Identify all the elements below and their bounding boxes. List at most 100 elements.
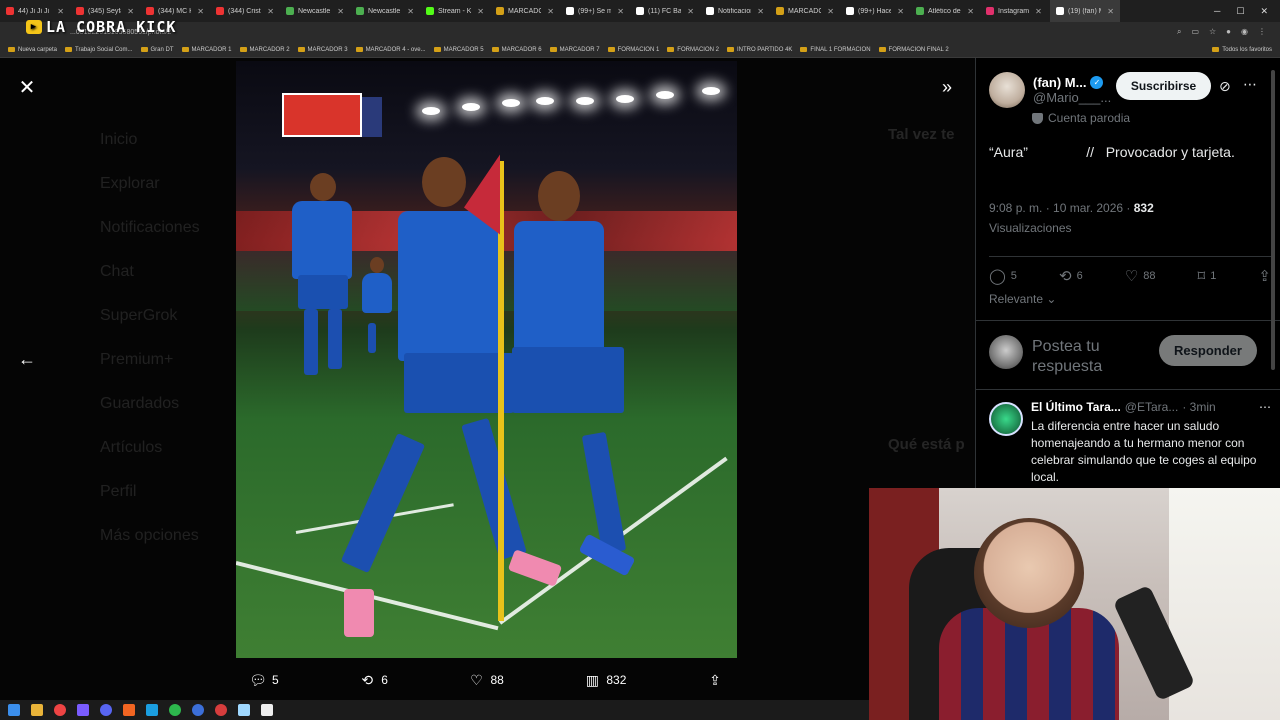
- all-bookmarks-link[interactable]: Todos los favoritos: [1212, 47, 1280, 53]
- bookmark-item[interactable]: FORMACION FINAL 2: [878, 47, 949, 53]
- bookmark-stat[interactable]: ⌑ 1: [1198, 267, 1217, 285]
- reply-button[interactable]: Responder: [1159, 335, 1257, 366]
- zoom-icon[interactable]: ⌕: [1177, 27, 1181, 37]
- expand-panel-button[interactable]: »: [934, 74, 960, 100]
- bookmark-item[interactable]: Trabajo Social Com...: [65, 47, 133, 53]
- steam-icon[interactable]: [146, 704, 158, 716]
- close-tab-icon[interactable]: ✕: [197, 7, 204, 16]
- author-handle[interactable]: @Mario___...: [1033, 90, 1111, 105]
- browser-tab[interactable]: Instagram ✕: [980, 0, 1050, 22]
- profile-icon[interactable]: ◉: [1241, 27, 1248, 37]
- bookmark-item[interactable]: MARCADOR 1: [181, 47, 232, 53]
- author-name[interactable]: (fan) M... ✓: [1033, 75, 1111, 90]
- start-icon[interactable]: [8, 704, 20, 716]
- close-window-icon[interactable]: ✕: [1260, 6, 1268, 17]
- reply-avatar[interactable]: [989, 402, 1023, 436]
- close-tab-icon[interactable]: ✕: [967, 7, 974, 16]
- browser-tab[interactable]: Newcastle Un ✕: [280, 0, 350, 22]
- browser-tab[interactable]: MARCADOR ✕: [490, 0, 560, 22]
- sort-dropdown[interactable]: Relevante ⌄: [989, 292, 1056, 306]
- chrome-icon[interactable]: [54, 704, 66, 716]
- bookmark-item[interactable]: MARCADOR 6: [491, 47, 542, 53]
- repost-action[interactable]: ⟲ 6: [359, 672, 388, 688]
- browser-tab[interactable]: (99+) Se mos ✕: [560, 0, 630, 22]
- browser-tab[interactable]: MARCADOR ✕: [770, 0, 840, 22]
- close-tab-icon[interactable]: ✕: [407, 7, 414, 16]
- browser-tab[interactable]: Atlético de M ✕: [910, 0, 980, 22]
- bookmark-item[interactable]: FINAL 1 FORMACION: [800, 47, 871, 53]
- bookmark-item[interactable]: MARCADOR 5: [433, 47, 484, 53]
- bookmark-item[interactable]: MARCADOR 2: [239, 47, 290, 53]
- close-tab-icon[interactable]: ✕: [477, 7, 484, 16]
- maximize-icon[interactable]: ☐: [1236, 6, 1244, 17]
- cast-icon[interactable]: ▭: [1191, 27, 1199, 37]
- star-icon[interactable]: ☆: [1209, 27, 1216, 37]
- browser-tab[interactable]: Newcastle Un ✕: [350, 0, 420, 22]
- reply-author-name[interactable]: El Último Tara...: [1031, 400, 1121, 414]
- close-tab-icon[interactable]: ✕: [827, 7, 834, 16]
- close-tab-icon[interactable]: ✕: [127, 7, 134, 16]
- bookmark-item[interactable]: MARCADOR 7: [549, 47, 600, 53]
- browser-tab[interactable]: (11) FC Barce ✕: [630, 0, 700, 22]
- close-tab-icon[interactable]: ✕: [1107, 7, 1114, 16]
- parody-mask-icon: [1032, 112, 1043, 124]
- bookmark-item[interactable]: Nueva carpeta: [8, 47, 57, 53]
- reply-stat[interactable]: ◯ 5: [989, 267, 1017, 285]
- bookmark-item[interactable]: INTRO PARTIDO 4K: [726, 47, 792, 53]
- avatar[interactable]: [989, 72, 1025, 108]
- browser-tab[interactable]: Stream - Kick ✕: [420, 0, 490, 22]
- file-explorer-icon[interactable]: [31, 704, 43, 716]
- app-icon[interactable]: [261, 704, 273, 716]
- close-tab-icon[interactable]: ✕: [617, 7, 624, 16]
- close-tab-icon[interactable]: ✕: [1035, 7, 1042, 16]
- subscribe-button[interactable]: Suscribirse: [1116, 72, 1211, 100]
- app-icon[interactable]: [192, 704, 204, 716]
- grok-icon[interactable]: ⊘: [1219, 78, 1231, 95]
- browser-tab[interactable]: (99+) Hacelo ✕: [840, 0, 910, 22]
- app-icon[interactable]: [123, 704, 135, 716]
- menu-icon[interactable]: ⋮: [1258, 27, 1266, 37]
- reply-time[interactable]: · 3min: [1182, 400, 1215, 414]
- share-action[interactable]: ⇪: [707, 672, 723, 688]
- close-tab-icon[interactable]: ✕: [687, 7, 694, 16]
- reply-author-handle[interactable]: @ETara...: [1125, 400, 1179, 414]
- more-options-icon[interactable]: ⋯: [1243, 76, 1257, 93]
- like-action[interactable]: ♡ 88: [468, 672, 504, 688]
- bookmark-item[interactable]: MARCADOR 4 - ove...: [355, 47, 426, 53]
- bookmark-item[interactable]: FORMACION 2: [667, 47, 719, 53]
- tweet-photo[interactable]: [236, 61, 737, 658]
- bookmark-item[interactable]: Gran DT: [140, 47, 174, 53]
- bookmark-item[interactable]: FORMACION 1: [607, 47, 659, 53]
- repost-stat[interactable]: ⟲ 6: [1059, 267, 1083, 285]
- window-controls[interactable]: ─ ☐ ✕: [1214, 6, 1280, 17]
- reply-input[interactable]: Postea tu respuesta: [1032, 337, 1152, 377]
- app-icon[interactable]: [238, 704, 250, 716]
- reply-action[interactable]: 💬︎ 5: [249, 672, 279, 688]
- extension-icon[interactable]: ●: [1226, 27, 1231, 37]
- more-options-icon[interactable]: ⋯: [1259, 400, 1271, 414]
- close-tab-icon[interactable]: ✕: [757, 7, 764, 16]
- browser-tab[interactable]: (19) (fan) Mr ✕: [1050, 0, 1120, 22]
- views-action[interactable]: ▥ 832: [584, 672, 627, 688]
- close-tab-icon[interactable]: ✕: [547, 7, 554, 16]
- browser-tab[interactable]: (344) Cristian ✕: [210, 0, 280, 22]
- app-icon[interactable]: [215, 704, 227, 716]
- share-stat[interactable]: ⇪: [1258, 267, 1271, 285]
- close-tab-icon[interactable]: ✕: [57, 7, 64, 16]
- close-tab-icon[interactable]: ✕: [897, 7, 904, 16]
- tweet-time[interactable]: 9:08 p. m. · 10 mar. 2026 ·: [989, 201, 1130, 215]
- minimize-icon[interactable]: ─: [1214, 6, 1220, 17]
- close-viewer-button[interactable]: ✕: [14, 74, 40, 100]
- previous-photo-button[interactable]: ←: [14, 346, 40, 372]
- panel-scrollbar[interactable]: [1271, 70, 1275, 370]
- like-stat[interactable]: ♡ 88: [1125, 267, 1156, 285]
- discord-icon[interactable]: [100, 704, 112, 716]
- app-icon[interactable]: [77, 704, 89, 716]
- close-tab-icon[interactable]: ✕: [337, 7, 344, 16]
- tweet-author[interactable]: (fan) M... ✓ @Mario___...: [989, 72, 1111, 108]
- bookmark-item[interactable]: MARCADOR 3: [297, 47, 348, 53]
- address-bar[interactable]: ...03152261310568056​1/photo/2 ⌕ ▭ ☆ ● ◉…: [0, 22, 1280, 42]
- app-icon[interactable]: [169, 704, 181, 716]
- browser-tab[interactable]: Notificacione ✕: [700, 0, 770, 22]
- close-tab-icon[interactable]: ✕: [267, 7, 274, 16]
